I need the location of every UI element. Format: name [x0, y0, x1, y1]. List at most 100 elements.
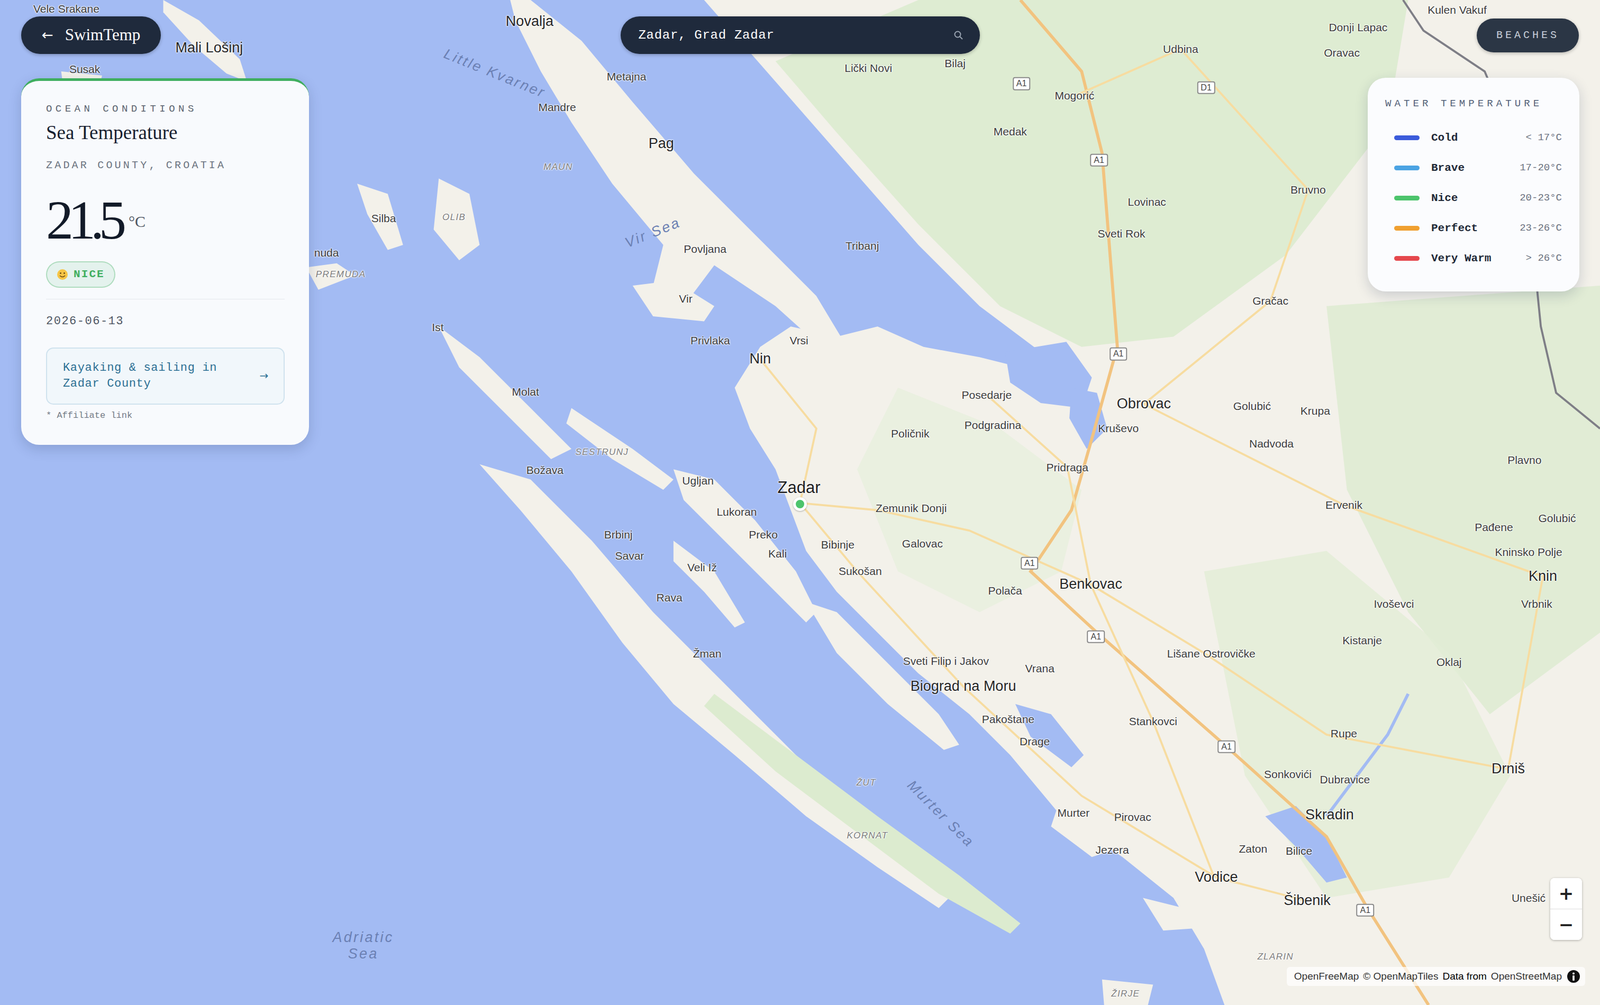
map-label: Sukošan — [838, 565, 883, 578]
map-attribution: OpenFreeMap© OpenMapTilesData fromOpenSt… — [1286, 967, 1586, 987]
map-label: Jezera — [1095, 843, 1130, 857]
map-label: Sonkovići — [1264, 768, 1312, 781]
map-label: Kistanje — [1342, 634, 1383, 648]
rating-badge: NICE — [46, 261, 116, 288]
map-label: Bruvno — [1290, 183, 1326, 197]
card-region: ZADAR COUNTY, CROATIA — [46, 158, 285, 172]
road-shield: A1 — [1020, 557, 1039, 570]
top-bar: ← SwimTemp BEACHES — [21, 16, 1579, 54]
search-icon[interactable] — [953, 30, 965, 41]
map-label: Novalja — [505, 13, 554, 30]
map-label: Polača — [987, 584, 1022, 598]
map-label: Rava — [656, 591, 683, 605]
back-button[interactable]: ← SwimTemp — [21, 16, 161, 54]
map-label: Golubić — [1233, 400, 1271, 413]
map-label: Drage — [1019, 735, 1050, 749]
map-label: KORNAT — [846, 830, 888, 842]
affiliate-link[interactable]: Kayaking & sailing in Zadar County → — [46, 347, 285, 406]
legend-label: Cold — [1431, 129, 1458, 147]
card-title: Sea Temperature — [46, 121, 285, 145]
map-label: MAUN — [543, 162, 574, 174]
map-label: Ivoševci — [1373, 597, 1414, 611]
temperature-value: 21.5 — [46, 192, 122, 248]
affiliate-text[interactable]: Kayaking & sailing in Zadar County — [62, 360, 250, 393]
rating-label: NICE — [73, 266, 105, 284]
temperature-reading: 21.5 °C — [46, 192, 285, 248]
map-label: Skradin — [1305, 807, 1354, 824]
map-label: Ist — [431, 321, 444, 334]
conditions-card: OCEAN CONDITIONS Sea Temperature ZADAR C… — [21, 78, 309, 445]
attribution-link[interactable]: OpenFreeMap — [1294, 969, 1360, 985]
map-label: Savar — [614, 549, 644, 563]
attribution-link[interactable]: © OpenMapTiles — [1362, 969, 1439, 985]
road-shield: A1 — [1109, 347, 1128, 361]
map-label: Donji Lapac — [1328, 21, 1388, 34]
map-label: Molat — [512, 385, 540, 399]
map-label: Kninsko Polje — [1494, 546, 1562, 559]
map-label: Pakoštane — [982, 713, 1035, 726]
map-label: Benkovac — [1059, 576, 1123, 594]
map-label: ŽUT — [856, 777, 877, 789]
map-label: Zaton — [1238, 842, 1268, 856]
map-label: Posedarje — [961, 388, 1013, 402]
map-label: Lovinac — [1127, 195, 1166, 209]
map-label: Vrsi — [789, 334, 808, 348]
map-label: ŽIRJE — [1111, 988, 1140, 1000]
legend-item: Cold< 17°C — [1394, 122, 1562, 153]
map-label: Žman — [693, 647, 722, 661]
map-label: Poličnik — [891, 427, 930, 441]
map-label: Golubić — [1538, 512, 1576, 525]
zoom-in-button[interactable]: + — [1550, 878, 1583, 909]
beaches-button[interactable]: BEACHES — [1476, 18, 1579, 53]
legend-label: Brave — [1431, 159, 1465, 177]
search-bar[interactable] — [620, 16, 980, 54]
card-date: 2026-06-13 — [46, 314, 285, 329]
map-label: Adriatic Sea — [323, 929, 404, 963]
map-label: Oravac — [1323, 46, 1360, 60]
map-label: Silba — [371, 212, 397, 225]
map-label: Ervenik — [1325, 498, 1363, 512]
map-label: Drniš — [1491, 761, 1525, 778]
legend-item: Very Warm> 26°C — [1394, 243, 1562, 274]
location-pin-icon[interactable] — [793, 497, 807, 512]
map-label: Mandre — [538, 100, 576, 114]
search-input[interactable] — [638, 25, 948, 45]
road-shield: A1 — [1012, 77, 1031, 90]
arrow-icon[interactable]: → — [259, 368, 269, 384]
map-label: Pađene — [1474, 521, 1513, 534]
map-label: Lukoran — [716, 505, 757, 519]
map-label: Vele Srakane — [33, 2, 100, 16]
attribution-text: Data from — [1442, 969, 1487, 985]
map-label: Ugljan — [682, 474, 714, 487]
map-label: PREMUDA — [315, 269, 367, 280]
map-label: Pag — [648, 135, 675, 152]
legend-swatch — [1394, 165, 1420, 171]
legend-list: Cold< 17°CBrave17-20°CNice20-23°CPerfect… — [1385, 122, 1562, 274]
legend-swatch — [1394, 256, 1420, 261]
map-label: ZLARIN — [1257, 952, 1294, 963]
affiliate-note: * Affiliate link — [46, 410, 285, 422]
map-canvas[interactable]: Vele SrakaneMali LošinjSusakNovaljaMetaj… — [0, 0, 1600, 1005]
temperature-unit: °C — [128, 209, 146, 234]
legend-card: WATER TEMPERATURE Cold< 17°CBrave17-20°C… — [1367, 77, 1580, 292]
map-label: Božava — [526, 464, 564, 477]
map-label: Zadar — [777, 478, 821, 498]
map-label: Susak — [69, 62, 100, 76]
attribution-link[interactable]: OpenStreetMap — [1491, 969, 1562, 985]
map-label: Kruševo — [1097, 422, 1139, 435]
info-icon[interactable] — [1566, 969, 1581, 985]
map-label: Vrbnik — [1521, 597, 1553, 611]
map-label: Udbina — [1162, 42, 1199, 56]
road-shield: A1 — [1217, 740, 1236, 754]
map-label: Metajna — [606, 70, 647, 84]
map-label: Mogorić — [1054, 89, 1095, 103]
map-label: Bibinje — [821, 538, 855, 552]
map-label: Stankovci — [1129, 715, 1178, 729]
zoom-out-button[interactable]: − — [1550, 909, 1583, 941]
app-title: SwimTemp — [65, 22, 141, 48]
map-label: Krupa — [1300, 404, 1331, 418]
road-shield: A1 — [1356, 903, 1375, 917]
map-label: Sveti Rok — [1097, 227, 1146, 241]
map-label: Knin — [1528, 568, 1558, 585]
map-label: Gračac — [1252, 294, 1289, 308]
